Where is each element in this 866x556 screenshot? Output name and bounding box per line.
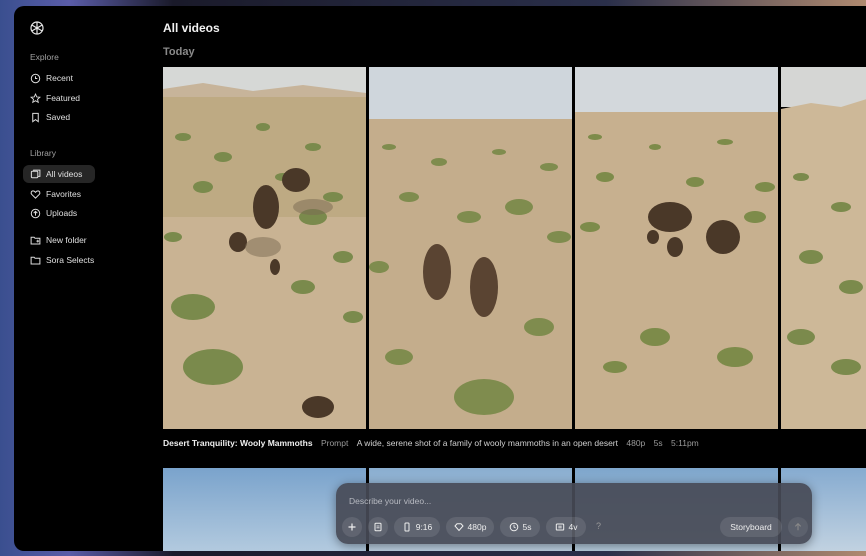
openai-logo-icon[interactable] [29,20,45,36]
resolution-value: 480p [467,522,487,532]
duration-value: 5s [522,522,532,532]
sidebar-item-new-folder[interactable]: New folder [23,231,113,249]
storyboard-button[interactable]: Storyboard [720,517,782,537]
sidebar-item-sora-selects[interactable]: Sora Selects [23,251,123,269]
video-grid-icon [30,169,41,180]
library-section-label: Library [30,148,56,158]
main-content: All videos Today Desert Tranquility: Woo… [163,6,866,551]
date-group-label: Today [163,46,195,58]
sidebar-item-label: Sora Selects [46,255,95,265]
aspect-ratio-value: 9:16 [415,522,433,532]
video-time: 5:11pm [671,438,699,448]
clock-icon [30,73,41,84]
page-title: All videos [163,21,220,35]
sidebar-item-label: All videos [46,169,83,179]
resolution-button[interactable]: 480p [446,517,494,537]
folder-icon [30,255,41,266]
help-button[interactable]: ? [596,521,601,531]
prompt-input[interactable]: Describe your video... [349,496,431,506]
bookmark-icon [30,112,41,123]
video-frame-4[interactable] [781,67,866,429]
aspect-ratio-button[interactable]: 9:16 [394,517,440,537]
video-duration: 5s [653,438,663,448]
arrow-up-icon [794,522,802,531]
video-frame-3[interactable] [575,67,778,429]
video-frame-2[interactable] [369,67,572,429]
prompt-label: Prompt [320,438,349,448]
phone-icon [404,522,410,532]
sidebar-item-label: Favorites [46,189,81,199]
submit-button[interactable] [788,517,808,537]
video-prompt: A wide, serene shot of a family of wooly… [356,438,618,448]
sidebar-item-featured[interactable]: Featured [23,89,95,107]
upload-icon [30,208,41,219]
video-meta: Desert Tranquility: Wooly Mammoths Promp… [163,438,699,448]
sidebar-item-label: New folder [46,235,87,245]
prompt-composer: Describe your video... 9:16 480p 5s 4v ?… [336,483,812,544]
video-frame-1[interactable] [163,67,366,429]
heart-icon [30,189,41,200]
sidebar-item-recent[interactable]: Recent [23,69,95,87]
variations-value: 4v [568,522,578,532]
sidebar-item-label: Featured [46,93,81,103]
add-button[interactable] [342,517,362,537]
explore-section-label: Explore [30,52,59,62]
plus-icon [348,523,356,531]
variations-icon [555,523,564,531]
sidebar-item-saved[interactable]: Saved [23,108,95,126]
sidebar-item-label: Recent [46,73,73,83]
duration-button[interactable]: 5s [500,517,540,537]
sidebar-item-label: Saved [46,112,71,122]
sidebar-item-uploads[interactable]: Uploads [23,204,95,222]
variations-button[interactable]: 4v [546,517,586,537]
app-window: Explore Recent Featured Saved Library Al… [14,6,866,551]
document-icon [374,522,382,532]
sidebar-item-all-videos[interactable]: All videos [23,165,95,183]
preset-button[interactable] [368,517,388,537]
star-icon [30,92,41,104]
sidebar-item-label: Uploads [46,208,78,218]
clock-icon [509,522,518,532]
diamond-icon [453,523,464,532]
sidebar-item-favorites[interactable]: Favorites [23,185,95,203]
folder-plus-icon [30,235,41,246]
video-resolution: 480p [626,438,646,448]
video-title[interactable]: Desert Tranquility: Wooly Mammoths [163,438,313,448]
sidebar: Explore Recent Featured Saved Library Al… [14,6,164,551]
